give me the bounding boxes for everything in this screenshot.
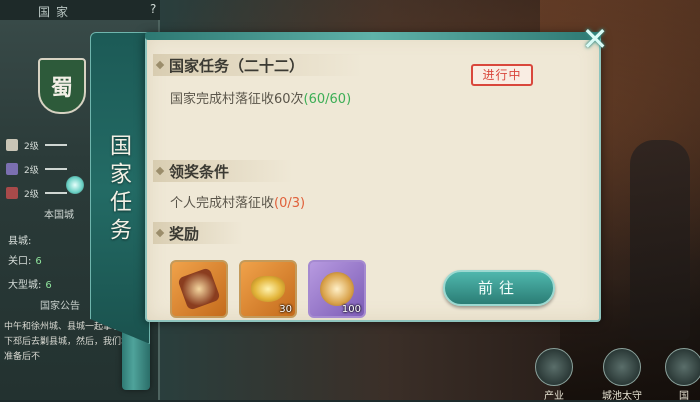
condition-progress: (0/3) (274, 196, 306, 211)
rank-row: 2级 (6, 162, 67, 176)
stat-label: 县城: (8, 236, 32, 247)
reward-section-title: 奖励 (153, 222, 243, 244)
diamond-bullet-icon (155, 228, 165, 238)
gold-ingot-icon (251, 276, 285, 302)
stat-row: 关口: 6 (8, 252, 42, 267)
condition-description: 个人完成村落征收(0/3) (170, 192, 305, 211)
kingdom-panel-header: 国家 (0, 0, 160, 20)
kingdom-emblem-char: 蜀 (50, 76, 73, 101)
rank-bar (44, 144, 67, 146)
reward-count: 30 (279, 304, 292, 315)
background-character (630, 140, 690, 340)
stat-row: 县城: (8, 232, 31, 247)
reward-count: 100 (341, 304, 361, 315)
stat-value: 6 (35, 256, 42, 267)
task-progress: (60/60) (303, 92, 352, 107)
task-description: 国家完成村落征收60次(60/60) (170, 88, 351, 107)
rank-row: 2级 (6, 138, 67, 152)
rank-label: 2级 (24, 141, 39, 152)
reward-item[interactable]: 30 (239, 260, 297, 318)
rank-bar (44, 192, 67, 194)
notice-title: 国家公告 (40, 301, 80, 312)
city-governor-icon (603, 348, 641, 386)
task-desc-text: 国家完成村落征收60次 (170, 92, 304, 107)
nav-city-governor[interactable]: 城池太守 (598, 348, 646, 402)
diamond-bullet-icon (155, 60, 165, 70)
side-tab-title: 国家任务 (106, 134, 131, 246)
condition-desc-text: 个人完成村落征收 (170, 196, 275, 211)
task-section-title: 国家任务（二十二） (153, 54, 363, 76)
stat-label: 大型城: (8, 280, 42, 291)
rank-label: 2级 (24, 189, 39, 200)
reward-item[interactable] (170, 260, 228, 318)
rank-icon (6, 187, 18, 199)
condition-section-title: 领奖条件 (153, 160, 293, 182)
task-title-text: 国家任务（二十二） (169, 56, 305, 75)
go-button[interactable]: 前往 (443, 270, 555, 306)
kingdom-icon (665, 348, 700, 386)
reward-title-text: 奖励 (169, 224, 200, 243)
kingdom-emblem: 蜀 (38, 58, 86, 114)
rank-bar (44, 168, 67, 170)
reward-item[interactable]: 100 (308, 260, 366, 318)
help-icon[interactable]: ? (150, 2, 156, 16)
rank-icon (6, 139, 18, 151)
own-city-title: 本国城 (44, 210, 74, 221)
diamond-bullet-icon (155, 166, 165, 176)
rank-label: 2级 (24, 165, 39, 176)
industry-icon (535, 348, 573, 386)
rank-row: 2级 (6, 186, 67, 200)
stat-label: 关口: (8, 256, 32, 267)
modal-top-frame (145, 32, 601, 40)
tab-glow-icon (66, 176, 84, 194)
condition-title-text: 领奖条件 (169, 162, 230, 181)
stat-value: 6 (45, 280, 52, 291)
scroll-token-icon (177, 267, 221, 311)
rank-icon (6, 163, 18, 175)
nav-industry[interactable]: 产业 (530, 348, 578, 402)
stat-row: 大型城: 6 (8, 276, 52, 291)
medal-icon (320, 272, 354, 306)
status-badge: 进行中 (471, 64, 533, 86)
close-button[interactable]: ✕ (578, 23, 612, 58)
nav-kingdom[interactable]: 国 (660, 348, 700, 402)
